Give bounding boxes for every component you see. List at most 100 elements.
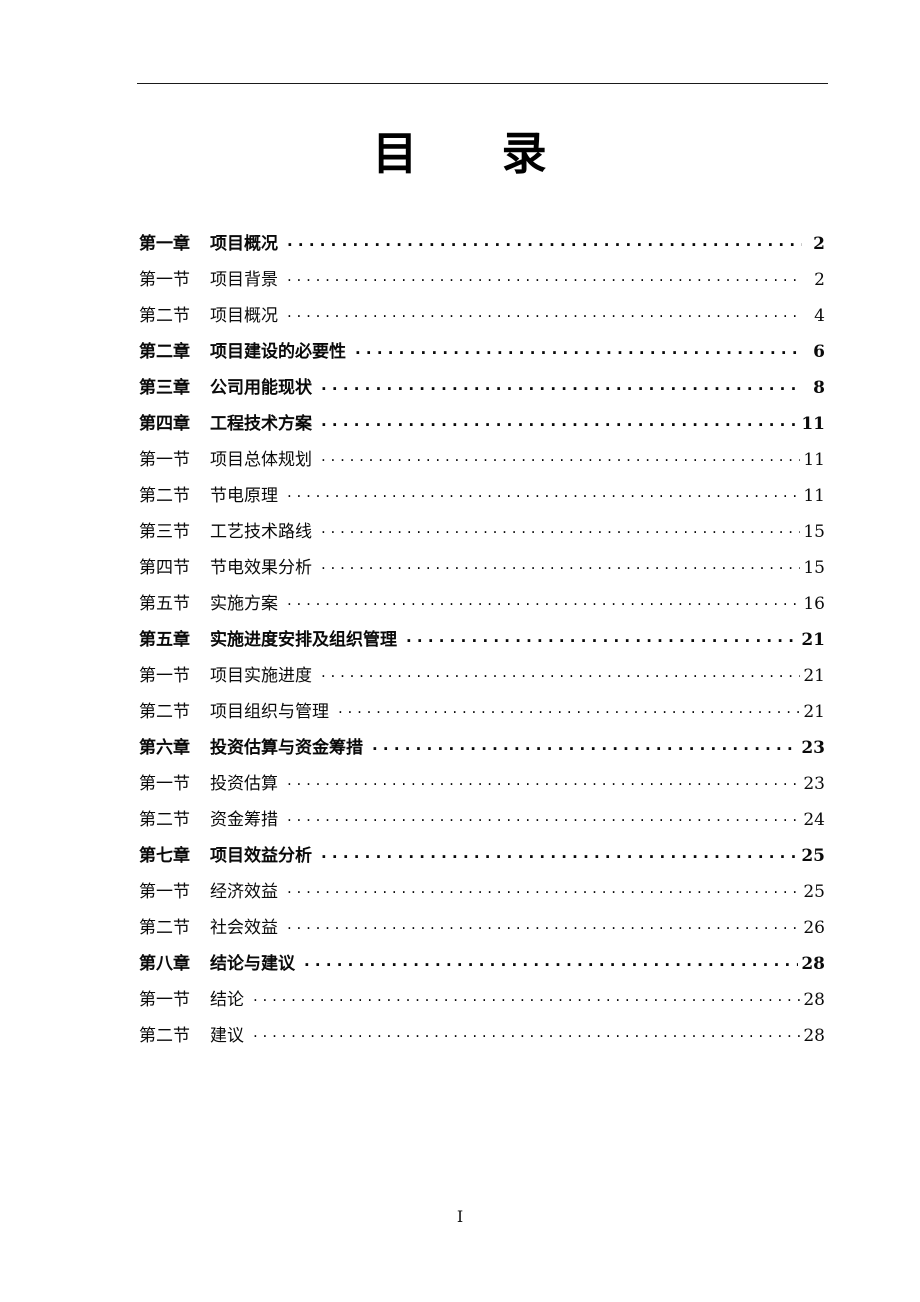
toc-entry-label: 第四章 [139, 414, 190, 434]
toc-entry-section[interactable]: 第二节社会效益 26 [139, 913, 825, 949]
toc-entry-label: 第二节 [139, 486, 190, 506]
toc-entry-page-number: 26 [803, 918, 825, 938]
toc-entry-label: 第一节 [139, 450, 190, 470]
toc-entry-chapter[interactable]: 第五章实施进度安排及组织管理 21 [139, 625, 825, 661]
toc-entry-title: 实施方案 [210, 594, 278, 614]
toc-leader-dots [321, 520, 800, 537]
toc-entry-chapter[interactable]: 第二章项目建设的必要性 6 [139, 337, 825, 373]
toc-leader-dots [321, 448, 800, 465]
toc-entry-section[interactable]: 第二节节电原理 11 [139, 481, 825, 517]
toc-entry-section[interactable]: 第一节项目总体规划 11 [139, 445, 825, 481]
toc-entry-page-number: 28 [803, 990, 825, 1010]
toc-entry-label: 第一章 [139, 234, 190, 254]
toc-entry-page-number: 21 [803, 666, 825, 686]
toc-leader-dots [287, 592, 800, 609]
toc-entry-title: 经济效益 [210, 882, 278, 902]
toc-leader-dots [321, 664, 800, 681]
toc-leader-dots [321, 556, 800, 573]
toc-entry-chapter[interactable]: 第三章公司用能现状 8 [139, 373, 825, 409]
toc-entry-chapter[interactable]: 第七章项目效益分析 25 [139, 841, 825, 877]
toc-entry-label: 第二节 [139, 1026, 190, 1046]
toc-entry-page-number: 6 [813, 342, 825, 362]
toc-entry-title: 资金筹措 [210, 810, 278, 830]
toc-leader-dots [406, 628, 798, 645]
toc-entry-label: 第一节 [139, 666, 190, 686]
toc-entry-title: 投资估算 [210, 774, 278, 794]
toc-entry-label: 第三章 [139, 378, 190, 398]
toc-entry-section[interactable]: 第四节节电效果分析 15 [139, 553, 825, 589]
toc-entry-title: 项目概况 [210, 306, 278, 326]
toc-entry-section[interactable]: 第一节项目实施进度 21 [139, 661, 825, 697]
toc-leader-dots [253, 1024, 800, 1041]
toc-entry-label: 第六章 [139, 738, 190, 758]
toc-entry-title: 工程技术方案 [210, 414, 312, 434]
toc-leader-dots [253, 988, 800, 1005]
toc-entry-page-number: 11 [801, 414, 825, 434]
toc-entry-label: 第八章 [139, 954, 190, 974]
toc-entry-title: 投资估算与资金筹措 [210, 738, 363, 758]
toc-entry-title: 实施进度安排及组织管理 [210, 630, 397, 650]
toc-leader-dots [287, 232, 802, 249]
toc-entry-title: 项目实施进度 [210, 666, 312, 686]
toc-entry-section[interactable]: 第二节项目概况 4 [139, 301, 825, 337]
toc-entry-chapter[interactable]: 第六章投资估算与资金筹措 23 [139, 733, 825, 769]
toc-entry-chapter[interactable]: 第八章结论与建议 28 [139, 949, 825, 985]
toc-leader-dots [287, 916, 800, 933]
footer-page-number: I [456, 1207, 464, 1226]
toc-entry-label: 第三节 [139, 522, 190, 542]
toc-entry-title: 项目背景 [210, 270, 278, 290]
toc-entry-chapter[interactable]: 第一章项目概况 2 [139, 229, 825, 265]
toc-entry-title: 项目组织与管理 [210, 702, 329, 722]
toc-entry-title: 结论 [210, 990, 244, 1010]
toc-entry-page-number: 28 [801, 954, 825, 974]
toc-entry-title: 结论与建议 [210, 954, 295, 974]
toc-entry-title: 项目总体规划 [210, 450, 312, 470]
toc-entry-page-number: 21 [803, 702, 825, 722]
toc-entry-section[interactable]: 第五节实施方案 16 [139, 589, 825, 625]
toc-leader-dots [321, 412, 798, 429]
toc-leader-dots [287, 772, 800, 789]
toc-entry-label: 第一节 [139, 774, 190, 794]
toc-entry-section[interactable]: 第一节项目背景 2 [139, 265, 825, 301]
toc-entry-page-number: 8 [813, 378, 825, 398]
toc-entry-section[interactable]: 第二节项目组织与管理 21 [139, 697, 825, 733]
toc-entry-section[interactable]: 第三节工艺技术路线 15 [139, 517, 825, 553]
toc-entry-title: 项目效益分析 [210, 846, 312, 866]
toc-entry-page-number: 23 [803, 774, 825, 794]
toc-entry-page-number: 16 [803, 594, 825, 614]
toc-entry-label: 第二节 [139, 918, 190, 938]
toc-entry-page-number: 25 [803, 882, 825, 902]
toc-entry-chapter[interactable]: 第四章工程技术方案 11 [139, 409, 825, 445]
toc-entry-title: 节电原理 [210, 486, 278, 506]
toc-entry-title: 社会效益 [210, 918, 278, 938]
toc-entry-page-number: 15 [803, 558, 825, 578]
toc-entry-page-number: 2 [814, 270, 825, 290]
table-of-contents: 第一章项目概况2第一节项目背景2第二节项目概况4第二章项目建设的必要性6第三章公… [139, 229, 825, 1057]
toc-leader-dots [287, 808, 800, 825]
toc-entry-page-number: 2 [813, 234, 825, 254]
toc-entry-title: 项目概况 [210, 234, 278, 254]
toc-leader-dots [287, 484, 800, 501]
toc-entry-title: 工艺技术路线 [210, 522, 312, 542]
toc-leader-dots [321, 376, 802, 393]
toc-entry-section[interactable]: 第二节建议 28 [139, 1021, 825, 1057]
toc-entry-label: 第一节 [139, 882, 190, 902]
toc-entry-label: 第五节 [139, 594, 190, 614]
toc-entry-title: 项目建设的必要性 [210, 342, 346, 362]
toc-entry-page-number: 11 [803, 450, 825, 470]
toc-leader-dots [304, 952, 798, 969]
toc-entry-section[interactable]: 第二节资金筹措 24 [139, 805, 825, 841]
toc-leader-dots [287, 304, 802, 321]
toc-leader-dots [372, 736, 798, 753]
toc-leader-dots [355, 340, 802, 357]
toc-entry-page-number: 15 [803, 522, 825, 542]
toc-entry-label: 第二节 [139, 810, 190, 830]
page-title: 目 录 [372, 127, 548, 180]
header-rule [137, 83, 828, 84]
toc-entry-section[interactable]: 第一节投资估算 23 [139, 769, 825, 805]
toc-entry-label: 第四节 [139, 558, 190, 578]
toc-entry-section[interactable]: 第一节结论 28 [139, 985, 825, 1021]
toc-entry-page-number: 28 [803, 1026, 825, 1046]
toc-entry-title: 节电效果分析 [210, 558, 312, 578]
toc-entry-section[interactable]: 第一节经济效益 25 [139, 877, 825, 913]
